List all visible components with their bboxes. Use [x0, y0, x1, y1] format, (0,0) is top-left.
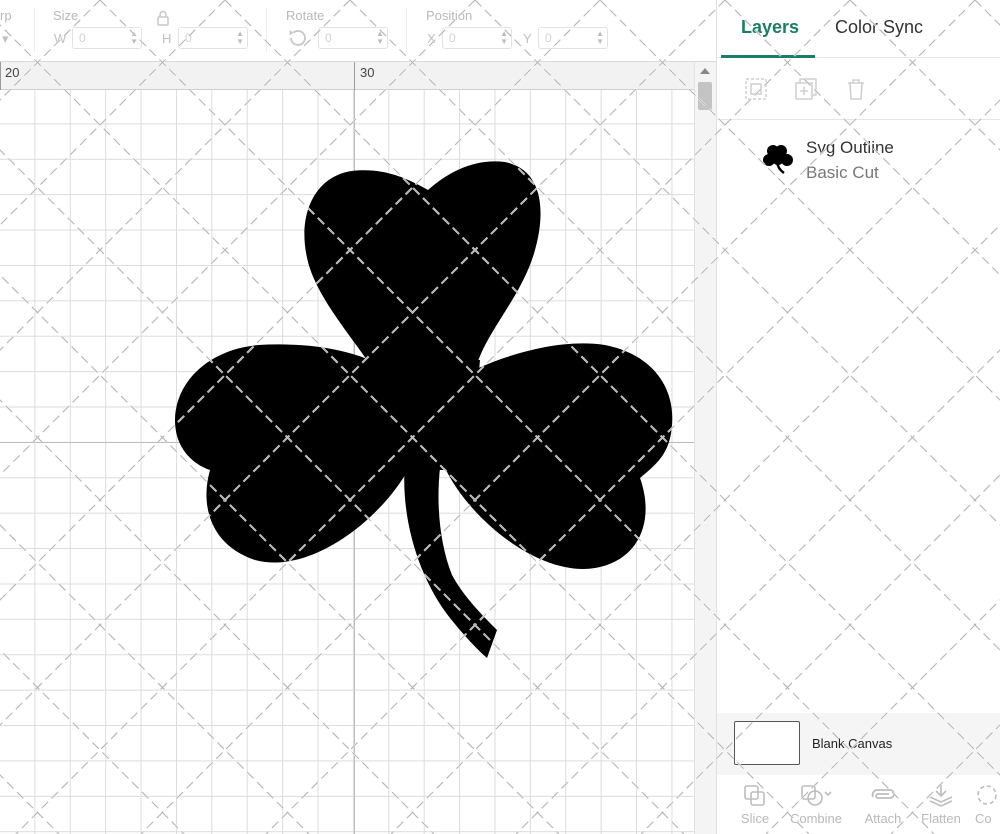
slice-label: Slice	[740, 811, 770, 826]
attach-label: Attach	[864, 811, 902, 826]
bottom-toolbar: Slice Combine Attach Flatten Co	[717, 775, 1000, 834]
layer-item[interactable]: Svg Outline Basic Cut	[717, 122, 1000, 192]
rotate-input[interactable]: 0 ▲ ▼	[318, 27, 388, 49]
y-stepper[interactable]: ▲ ▼	[596, 30, 604, 46]
size-label: Size	[53, 8, 79, 23]
rotate-value: 0	[325, 31, 332, 45]
contour-label: Co	[975, 811, 992, 826]
shamrock-shape[interactable]	[0, 90, 694, 834]
width-stepper[interactable]: ▲ ▼	[130, 30, 138, 46]
layers-panel: Layers Color Sync Svg Outline Basic Cut …	[716, 0, 1000, 834]
flatten-button[interactable]: Flatten	[910, 775, 972, 834]
ruler-mark: 20	[5, 65, 20, 80]
slice-icon	[744, 785, 765, 806]
y-prefix: Y	[523, 31, 532, 46]
y-position-input[interactable]: 0 ▲ ▼	[538, 27, 608, 49]
design-canvas[interactable]	[0, 90, 694, 834]
combine-icon	[801, 785, 832, 806]
blank-canvas-label: Blank Canvas	[812, 736, 893, 751]
rotate-icon[interactable]	[287, 27, 309, 54]
scroll-thumb[interactable]	[698, 82, 712, 110]
attach-button[interactable]: Attach	[852, 775, 914, 834]
tab-layers[interactable]: Layers	[741, 17, 799, 38]
x-prefix: X	[427, 31, 436, 46]
x-position-input[interactable]: 0 ▲ ▼	[442, 27, 512, 49]
slice-button[interactable]: Slice	[724, 775, 786, 834]
y-value: 0	[545, 31, 552, 45]
height-value: 0	[185, 31, 192, 45]
arrange-dropdown[interactable]: ▾	[2, 31, 9, 47]
attach-icon	[871, 789, 895, 799]
panel-tabs: Layers Color Sync	[717, 0, 1000, 58]
lock-icon[interactable]	[156, 10, 170, 31]
combine-label: Combine	[789, 811, 843, 826]
height-stepper[interactable]: ▲ ▼	[236, 30, 244, 46]
arrange-label-fragment: rp	[0, 8, 12, 23]
blank-canvas-row[interactable]: Blank Canvas	[717, 713, 1000, 775]
combine-button[interactable]: Combine	[785, 775, 847, 834]
layer-operation[interactable]: Basic Cut	[806, 163, 879, 183]
scroll-up-arrow-icon[interactable]	[700, 68, 710, 74]
width-prefix: W	[54, 31, 67, 46]
layer-actions-bar	[717, 58, 1000, 120]
toolbar-divider	[34, 8, 35, 52]
ruler-tick	[0, 62, 1, 90]
toolbar-divider	[266, 8, 267, 52]
rotate-label: Rotate	[286, 8, 325, 23]
height-prefix: H	[162, 31, 172, 46]
horizontal-ruler: 20 30	[0, 62, 694, 90]
tab-color-sync[interactable]: Color Sync	[835, 17, 923, 38]
ruler-mark: 30	[360, 65, 375, 80]
toolbar-divider	[406, 8, 407, 52]
vertical-scrollbar[interactable]	[694, 62, 716, 834]
canvas-swatch[interactable]	[734, 721, 800, 765]
delete-icon[interactable]	[843, 76, 869, 102]
width-input[interactable]: 0 ▲ ▼	[72, 27, 142, 49]
x-stepper[interactable]: ▲ ▼	[500, 30, 508, 46]
group-icon[interactable]	[743, 76, 769, 102]
rotate-stepper[interactable]: ▲ ▼	[376, 30, 384, 46]
contour-icon	[977, 785, 997, 805]
flatten-label: Flatten	[921, 811, 961, 826]
layer-name: Svg Outline	[806, 138, 894, 157]
flatten-icon	[929, 785, 953, 807]
duplicate-icon[interactable]	[793, 76, 819, 102]
width-value: 0	[79, 31, 86, 45]
x-value: 0	[449, 31, 456, 45]
contour-button[interactable]: Co	[967, 775, 1000, 834]
height-input[interactable]: 0 ▲ ▼	[178, 27, 248, 49]
position-label: Position	[426, 8, 473, 23]
shamrock-icon	[761, 142, 795, 176]
edit-toolbar: rp ▾ Size W 0 ▲ ▼ H 0 ▲ ▼ Rotate 0 ▲ ▼ Posi…	[0, 0, 716, 62]
ruler-tick	[354, 62, 355, 90]
